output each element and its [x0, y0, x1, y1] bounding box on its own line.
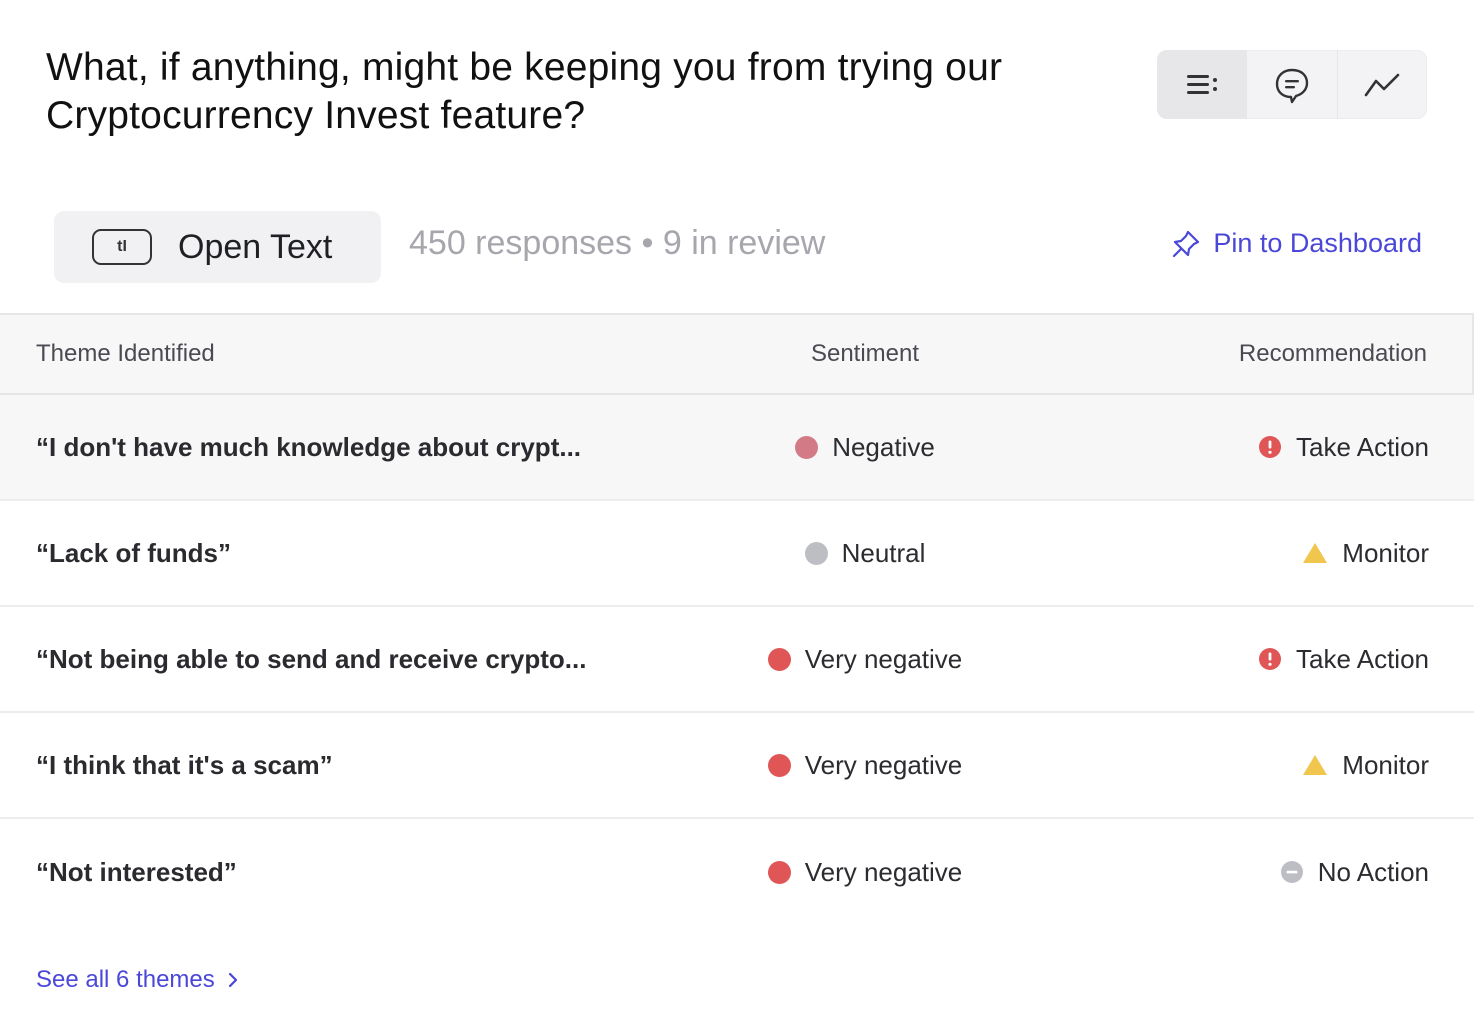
- warning-triangle-icon: [1302, 541, 1328, 565]
- recommendation-label: Take Action: [1296, 431, 1429, 462]
- recommendation-cell: Monitor: [1090, 538, 1474, 569]
- theme-text: “I don't have much knowledge about crypt…: [36, 431, 582, 462]
- recommendation-label: Monitor: [1342, 537, 1429, 568]
- header-recommendation: Recommendation: [1238, 340, 1427, 367]
- trend-view-button[interactable]: [1338, 50, 1427, 119]
- sentiment-label: Neutral: [841, 537, 926, 568]
- warning-triangle-icon: [1302, 753, 1328, 777]
- table-row[interactable]: “Not interested” Very negative No Action: [0, 819, 1474, 925]
- sentiment-dot-icon: [804, 541, 828, 565]
- sentiment-badge: Negative: [795, 432, 935, 463]
- theme-text: “Lack of funds”: [36, 537, 232, 568]
- sentiment-cell: Very negative: [640, 644, 1090, 675]
- sentiment-cell: Very negative: [640, 857, 1090, 888]
- pin-icon: [1173, 230, 1200, 257]
- alert-circle-icon: [1258, 647, 1282, 671]
- header-sentiment: Sentiment: [810, 340, 920, 367]
- sentiment-dot-icon: [767, 753, 791, 777]
- question-title: What, if anything, might be keeping you …: [46, 46, 1003, 137]
- recommendation-badge: Monitor: [1302, 538, 1429, 569]
- view-switcher: [1157, 50, 1427, 119]
- see-all-label: See all 6 themes: [36, 966, 215, 993]
- chat-bubble-icon: [1275, 68, 1309, 103]
- sentiment-dot-icon: [767, 647, 791, 671]
- open-text-icon: tI: [92, 229, 152, 265]
- recommendation-badge: Take Action: [1258, 644, 1429, 675]
- recommendation-label: Take Action: [1296, 643, 1429, 674]
- trend-line-icon: [1365, 73, 1400, 96]
- alert-circle-icon: [1258, 435, 1282, 459]
- table-row[interactable]: “I think that it's a scam” Very negative M…: [0, 713, 1474, 819]
- sentiment-badge: Very negative: [767, 856, 963, 888]
- sentiment-cell: Very negative: [640, 750, 1090, 781]
- recommendation-cell: Take Action: [1090, 432, 1474, 463]
- recommendation-label: No Action: [1317, 856, 1429, 887]
- list-view-button[interactable]: [1157, 50, 1248, 119]
- question-type-label: Open Text: [178, 227, 333, 266]
- sentiment-dot-icon: [795, 435, 819, 459]
- sentiment-label: Very negative: [804, 643, 963, 674]
- sentiment-cell: Negative: [640, 432, 1090, 463]
- table-row[interactable]: “Lack of funds” Neutral Monitor: [0, 501, 1474, 607]
- pin-to-dashboard-link[interactable]: Pin to Dashboard: [1171, 228, 1422, 259]
- see-all-themes-link[interactable]: See all 6 themes: [36, 966, 239, 994]
- sentiment-label: Very negative: [804, 749, 963, 780]
- minus-circle-icon: [1280, 860, 1304, 884]
- recommendation-label: Monitor: [1342, 749, 1429, 780]
- list-icon: [1186, 74, 1217, 94]
- sentiment-dot-icon: [767, 860, 791, 884]
- recommendation-cell: No Action: [1090, 857, 1474, 888]
- recommendation-badge: Monitor: [1302, 750, 1429, 781]
- chevron-right-icon: [228, 972, 237, 988]
- sentiment-badge: Neutral: [804, 537, 926, 569]
- sentiment-label: Very negative: [804, 856, 963, 887]
- recommendation-cell: Monitor: [1090, 750, 1474, 781]
- question-type-chip: tI Open Text: [54, 211, 381, 283]
- themes-table: Theme Identified Sentiment Recommendatio…: [0, 313, 1474, 925]
- response-count: 450 responses • 9 in review: [409, 224, 826, 262]
- header-theme: Theme Identified: [36, 340, 215, 367]
- sentiment-label: Negative: [832, 431, 935, 462]
- theme-text: “Not interested”: [36, 856, 237, 887]
- table-row[interactable]: “I don't have much knowledge about crypt…: [0, 395, 1474, 501]
- sentiment-badge: Very negative: [767, 749, 963, 781]
- recommendation-cell: Take Action: [1090, 644, 1474, 675]
- recommendation-badge: No Action: [1280, 857, 1429, 888]
- recommendation-badge: Take Action: [1258, 432, 1429, 463]
- sentiment-cell: Neutral: [640, 538, 1090, 569]
- sentiment-badge: Very negative: [767, 643, 963, 675]
- theme-text: “I think that it's a scam”: [36, 749, 333, 780]
- table-header: Theme Identified Sentiment Recommendatio…: [0, 313, 1474, 395]
- theme-text: “Not being able to send and receive cryp…: [36, 643, 587, 674]
- table-row[interactable]: “Not being able to send and receive cryp…: [0, 607, 1474, 713]
- pin-label: Pin to Dashboard: [1213, 228, 1422, 258]
- comments-view-button[interactable]: [1247, 50, 1338, 119]
